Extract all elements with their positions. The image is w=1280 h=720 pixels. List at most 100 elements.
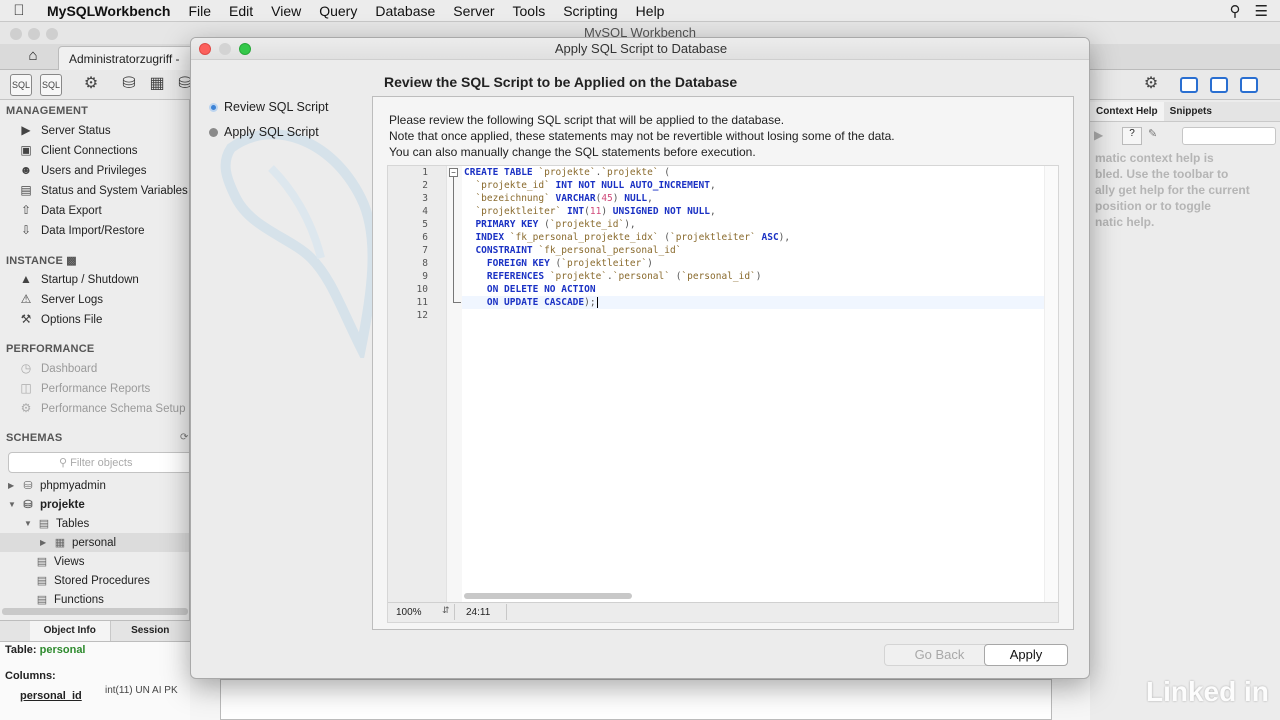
notification-list-icon[interactable]: ☰ bbox=[1255, 2, 1268, 20]
open-sql-script-icon[interactable]: SQL bbox=[40, 74, 62, 96]
schema-filter-input[interactable]: ⚲ Filter objects bbox=[8, 452, 189, 473]
variables-icon: ▤ bbox=[20, 183, 32, 197]
instance-heading: INSTANCE ▩ bbox=[6, 255, 77, 267]
tree-functions[interactable]: ▤ Functions bbox=[34, 590, 104, 609]
linkedin-watermark-logo: Linked in bbox=[1146, 676, 1269, 707]
step-apply-sql[interactable]: Apply SQL Script bbox=[209, 125, 319, 139]
reports-icon: ◫ bbox=[20, 381, 32, 395]
zoom-stepper-icon[interactable]: ⇵ bbox=[442, 605, 450, 616]
code-line-8: FOREIGN KEY (`projektleiter`) bbox=[486, 258, 653, 269]
sidebar-scrollbar[interactable] bbox=[2, 608, 188, 615]
editor-vertical-scroll-area[interactable] bbox=[1044, 166, 1058, 602]
window-minimize-button[interactable] bbox=[28, 28, 40, 40]
nav-startup-shutdown[interactable]: ▲ Startup / Shutdown bbox=[18, 271, 139, 289]
tree-tables[interactable]: ▼ ▤ Tables bbox=[24, 514, 89, 533]
sql-editor[interactable]: 1 2 3 4 5 6 7 8 9 10 11 12 − CREATE TABL… bbox=[387, 165, 1059, 623]
tree-stored-procedures[interactable]: ▤ Stored Procedures bbox=[34, 571, 150, 590]
dialog-minimize-button[interactable] bbox=[219, 43, 231, 55]
table-info: Table: personal bbox=[5, 644, 86, 656]
nav-server-status[interactable]: ▶ Server Status bbox=[18, 122, 110, 140]
background-editor[interactable] bbox=[220, 679, 1052, 720]
dialog-close-button[interactable] bbox=[199, 43, 211, 55]
menu-help[interactable]: Help bbox=[627, 3, 674, 19]
dialog-zoom-button[interactable] bbox=[239, 43, 251, 55]
dialog-titlebar: Apply SQL Script to Database bbox=[191, 38, 1089, 60]
code-line-10: ON DELETE NO ACTION bbox=[486, 284, 596, 295]
menu-query[interactable]: Query bbox=[310, 3, 366, 19]
editor-status-bar: 100% ⇵ 24:11 bbox=[388, 602, 1058, 622]
refresh-schemas-icon[interactable]: ⟳ bbox=[180, 432, 188, 443]
window-close-button[interactable] bbox=[10, 28, 22, 40]
menu-file[interactable]: File bbox=[179, 3, 220, 19]
schema-phpmyadmin[interactable]: ▶ ⛁ phpmyadmin bbox=[8, 476, 106, 495]
tab-snippets[interactable]: Snippets bbox=[1164, 102, 1218, 121]
nav-users-privileges[interactable]: ☻ Users and Privileges bbox=[18, 162, 147, 180]
new-sql-tab-icon[interactable]: SQL bbox=[10, 74, 32, 96]
tab-object-info[interactable]: Object Info bbox=[30, 621, 111, 641]
spotlight-search-icon[interactable]: ⚲ bbox=[1230, 2, 1241, 20]
help-back-icon[interactable]: ▶ bbox=[1094, 128, 1103, 142]
apple-menu-icon[interactable]:  bbox=[0, 2, 38, 19]
fold-toggle-icon[interactable]: − bbox=[449, 168, 458, 177]
nav-status-variables[interactable]: ▤ Status and System Variables bbox=[18, 182, 187, 200]
editor-horizontal-scrollbar[interactable] bbox=[464, 593, 632, 599]
nav-server-logs[interactable]: ⚠ Server Logs bbox=[18, 291, 103, 309]
nav-options-file[interactable]: ⚒ Options File bbox=[18, 311, 103, 329]
nav-data-export[interactable]: ⇧ Data Export bbox=[18, 202, 102, 220]
menu-edit[interactable]: Edit bbox=[220, 3, 262, 19]
create-schema-icon[interactable]: ⛁ bbox=[118, 74, 140, 96]
toggle-sidebar-icon[interactable] bbox=[1180, 77, 1198, 93]
line-number: 10 bbox=[416, 284, 428, 295]
create-table-icon[interactable]: ▦ bbox=[146, 74, 168, 96]
nav-data-import[interactable]: ⇩ Data Import/Restore bbox=[18, 222, 145, 240]
app-menu[interactable]: MySQLWorkbench bbox=[38, 3, 179, 19]
note-line-1: Please review the following SQL script t… bbox=[389, 113, 785, 127]
toggle-secondary-sidebar-icon[interactable] bbox=[1240, 77, 1258, 93]
folder-icon: ▤ bbox=[38, 518, 50, 530]
import-icon: ⇩ bbox=[20, 223, 32, 237]
schema-projekte[interactable]: ▼ ⛁ projekte bbox=[8, 495, 85, 514]
fold-column: − bbox=[446, 166, 462, 602]
inspector-icon[interactable]: ⚙ bbox=[80, 74, 102, 96]
expand-icon[interactable]: ▶ bbox=[8, 481, 20, 490]
management-heading: MANAGEMENT bbox=[6, 105, 89, 117]
expand-icon[interactable]: ▶ bbox=[40, 538, 52, 547]
folder-icon: ▤ bbox=[36, 575, 48, 587]
settings-icon[interactable]: ⚙ bbox=[1140, 74, 1162, 96]
nav-performance-reports[interactable]: ◫ Performance Reports bbox=[18, 380, 150, 398]
menu-database[interactable]: Database bbox=[366, 3, 444, 19]
columns-label: Columns: bbox=[5, 670, 56, 682]
tree-table-personal[interactable]: ▶ ▦ personal bbox=[40, 533, 116, 552]
menu-server[interactable]: Server bbox=[444, 3, 503, 19]
connection-tab[interactable]: Administratorzugriff - bbox=[58, 46, 198, 70]
tab-session[interactable]: Session bbox=[111, 621, 191, 641]
nav-performance-schema-setup[interactable]: ⚙ Performance Schema Setup bbox=[18, 400, 186, 418]
log-icon: ⚠ bbox=[20, 292, 32, 306]
home-tab-icon[interactable]: ⌂ bbox=[18, 47, 48, 67]
toggle-output-icon[interactable] bbox=[1210, 77, 1228, 93]
manual-help-icon[interactable]: ? bbox=[1122, 127, 1142, 145]
go-back-button[interactable]: Go Back bbox=[884, 644, 995, 666]
menu-tools[interactable]: Tools bbox=[504, 3, 555, 19]
step-review-sql[interactable]: Review SQL Script bbox=[209, 100, 328, 114]
pending-step-icon bbox=[209, 127, 218, 137]
collapse-icon[interactable]: ▼ bbox=[8, 500, 20, 509]
schema-setup-icon: ⚙ bbox=[20, 401, 32, 415]
collapse-icon[interactable]: ▼ bbox=[24, 519, 36, 528]
window-zoom-button[interactable] bbox=[46, 28, 58, 40]
nav-dashboard[interactable]: ◷ Dashboard bbox=[18, 360, 98, 378]
search-icon: ⚲ bbox=[59, 457, 68, 469]
auto-help-icon[interactable]: ✎ bbox=[1148, 127, 1168, 145]
help-search-input[interactable] bbox=[1182, 127, 1276, 145]
database-icon: ⛁ bbox=[23, 499, 33, 511]
nav-client-connections[interactable]: ▣ Client Connections bbox=[18, 142, 137, 160]
menu-view[interactable]: View bbox=[262, 3, 310, 19]
schemas-heading: SCHEMAS bbox=[6, 432, 63, 444]
tree-views[interactable]: ▤ Views bbox=[34, 552, 85, 571]
menu-scripting[interactable]: Scripting bbox=[554, 3, 626, 19]
line-number: 8 bbox=[422, 258, 428, 269]
zoom-level[interactable]: 100% bbox=[396, 607, 422, 618]
folder-icon: ▤ bbox=[36, 594, 48, 606]
tab-context-help[interactable]: Context Help bbox=[1090, 102, 1164, 121]
apply-button[interactable]: Apply bbox=[984, 644, 1068, 666]
